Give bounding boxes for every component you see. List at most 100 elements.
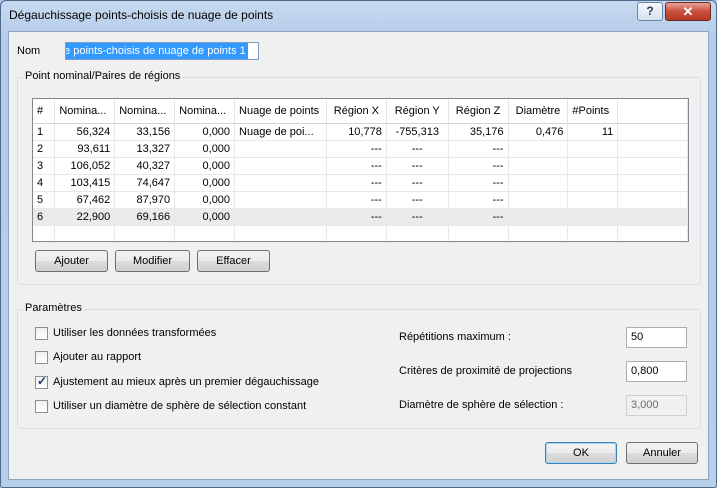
- table-cell: [234, 174, 327, 192]
- table-cell: [234, 208, 327, 226]
- table-cell: [567, 140, 619, 158]
- column-header[interactable]: #: [33, 99, 56, 124]
- table-cell: 10,778: [326, 123, 387, 141]
- table-cell: ---: [448, 140, 509, 158]
- checkbox-best-fit[interactable]: [35, 374, 48, 389]
- checkbox-best-fit-label[interactable]: Ajustement au mieux après un premier dég…: [53, 376, 319, 388]
- table-cell-filler: [617, 191, 688, 209]
- table-cell: ---: [448, 191, 509, 209]
- table-cell: 5: [33, 191, 56, 209]
- table-cell: ---: [448, 208, 509, 226]
- help-button[interactable]: ?: [637, 2, 663, 21]
- window-title: Dégauchissage points-choisis de nuage de…: [9, 8, 274, 22]
- table-cell: [508, 191, 569, 209]
- table-row[interactable]: 5 67,462 87,970 0,000 --- --- ---: [33, 191, 688, 209]
- dialog-body: Nom ge points-choisis de nuage de points…: [8, 31, 709, 480]
- table-cell: [174, 225, 236, 241]
- table-cell: 0,476: [508, 123, 569, 141]
- table-cell: 1: [33, 123, 56, 141]
- column-header[interactable]: Nomina...: [54, 99, 116, 124]
- table-row[interactable]: 1 56,324 33,156 0,000 Nuage de poi... 10,778-…: [33, 123, 688, 141]
- table-cell: [508, 140, 569, 158]
- table-cell: 87,970: [114, 191, 176, 209]
- table-cell: [33, 225, 56, 241]
- modifier-button[interactable]: Modifier: [115, 250, 190, 272]
- table-cell: [54, 225, 116, 241]
- table-cell: ---: [448, 157, 509, 175]
- diametre-input: 3,000: [626, 395, 687, 416]
- table-cell: [448, 225, 509, 241]
- column-header[interactable]: Région Z: [448, 99, 509, 124]
- table-cell: [567, 225, 619, 241]
- table-cell: [114, 225, 176, 241]
- table-cell: 22,900: [54, 208, 116, 226]
- ok-button[interactable]: OK: [545, 442, 617, 464]
- table-cell: 40,327: [114, 157, 176, 175]
- nom-input[interactable]: ge points-choisis de nuage de points 1: [65, 42, 259, 60]
- table-cell: 106,052: [54, 157, 116, 175]
- repetitions-input[interactable]: 50: [626, 327, 687, 348]
- table-cell: 13,327: [114, 140, 176, 158]
- table-cell: -755,313: [386, 123, 449, 141]
- table-cell: 0,000: [174, 174, 236, 192]
- proximite-label: Critères de proximité de projections: [399, 365, 573, 377]
- points-table[interactable]: # Nomina... Nomina... Nomina... Nuage de…: [32, 98, 689, 242]
- annuler-button[interactable]: Annuler: [626, 442, 698, 464]
- table-cell: 56,324: [54, 123, 116, 141]
- table-row[interactable]: 4 103,415 74,647 0,000 --- --- ---: [33, 174, 688, 192]
- table-cell: ---: [386, 208, 449, 226]
- column-header-filler: [617, 99, 688, 124]
- table-cell: ---: [326, 157, 387, 175]
- table-cell: [234, 191, 327, 209]
- table-cell-filler: [617, 174, 688, 192]
- table-cell: 3: [33, 157, 56, 175]
- table-cell: [508, 225, 569, 241]
- table-cell: ---: [326, 191, 387, 209]
- table-cell: ---: [326, 140, 387, 158]
- checkbox-report[interactable]: [35, 351, 48, 364]
- table-cell: 2: [33, 140, 56, 158]
- column-header[interactable]: Nomina...: [174, 99, 236, 124]
- close-button[interactable]: ✕: [665, 2, 711, 21]
- table-cell: [234, 157, 327, 175]
- proximite-input[interactable]: 0,800: [626, 361, 687, 382]
- title-bar[interactable]: Dégauchissage points-choisis de nuage de…: [1, 1, 716, 31]
- column-header[interactable]: #Points: [567, 99, 619, 124]
- table-cell: 0,000: [174, 157, 236, 175]
- checkbox-constant-diameter[interactable]: [35, 400, 48, 413]
- table-cell: [567, 208, 619, 226]
- checkbox-transformed-label[interactable]: Utiliser les données transformées: [53, 327, 216, 339]
- table-cell: [234, 140, 327, 158]
- effacer-button[interactable]: Effacer: [197, 250, 270, 272]
- table-row[interactable]: 2 93,611 13,327 0,000 --- --- ---: [33, 140, 688, 158]
- column-header[interactable]: Diamètre: [508, 99, 569, 124]
- nom-input-value: ge points-choisis de nuage de points 1: [66, 43, 248, 59]
- table-cell: ---: [326, 208, 387, 226]
- table-cell: ---: [326, 174, 387, 192]
- ajouter-button[interactable]: Ajouter: [35, 250, 108, 272]
- table-cell: 11: [567, 123, 619, 141]
- table-cell: [567, 191, 619, 209]
- table-cell: [617, 225, 688, 241]
- column-header[interactable]: Nuage de points: [234, 99, 327, 124]
- table-row[interactable]: 6 22,900 69,166 0,000 --- --- ---: [33, 208, 688, 226]
- column-header[interactable]: Région Y: [386, 99, 449, 124]
- table-cell: 0,000: [174, 140, 236, 158]
- table-cell: 0,000: [174, 191, 236, 209]
- column-header[interactable]: Région X: [326, 99, 387, 124]
- checkbox-constant-diameter-label[interactable]: Utiliser un diamètre de sphère de sélect…: [53, 400, 306, 412]
- table-cell: ---: [386, 191, 449, 209]
- params-group-title: Paramètres: [23, 302, 84, 314]
- table-cell: 4: [33, 174, 56, 192]
- table-row[interactable]: 3 106,052 40,327 0,000 --- --- ---: [33, 157, 688, 175]
- checkbox-transformed[interactable]: [35, 327, 48, 340]
- dialog-window: Dégauchissage points-choisis de nuage de…: [0, 0, 717, 488]
- table-cell: 0,000: [174, 208, 236, 226]
- table-cell: 69,166: [114, 208, 176, 226]
- diametre-label: Diamètre de sphère de sélection :: [399, 399, 564, 411]
- table-cell-filler: [617, 123, 688, 141]
- table-cell: 74,647: [114, 174, 176, 192]
- table-cell: [567, 174, 619, 192]
- checkbox-report-label[interactable]: Ajouter au rapport: [53, 351, 141, 363]
- column-header[interactable]: Nomina...: [114, 99, 176, 124]
